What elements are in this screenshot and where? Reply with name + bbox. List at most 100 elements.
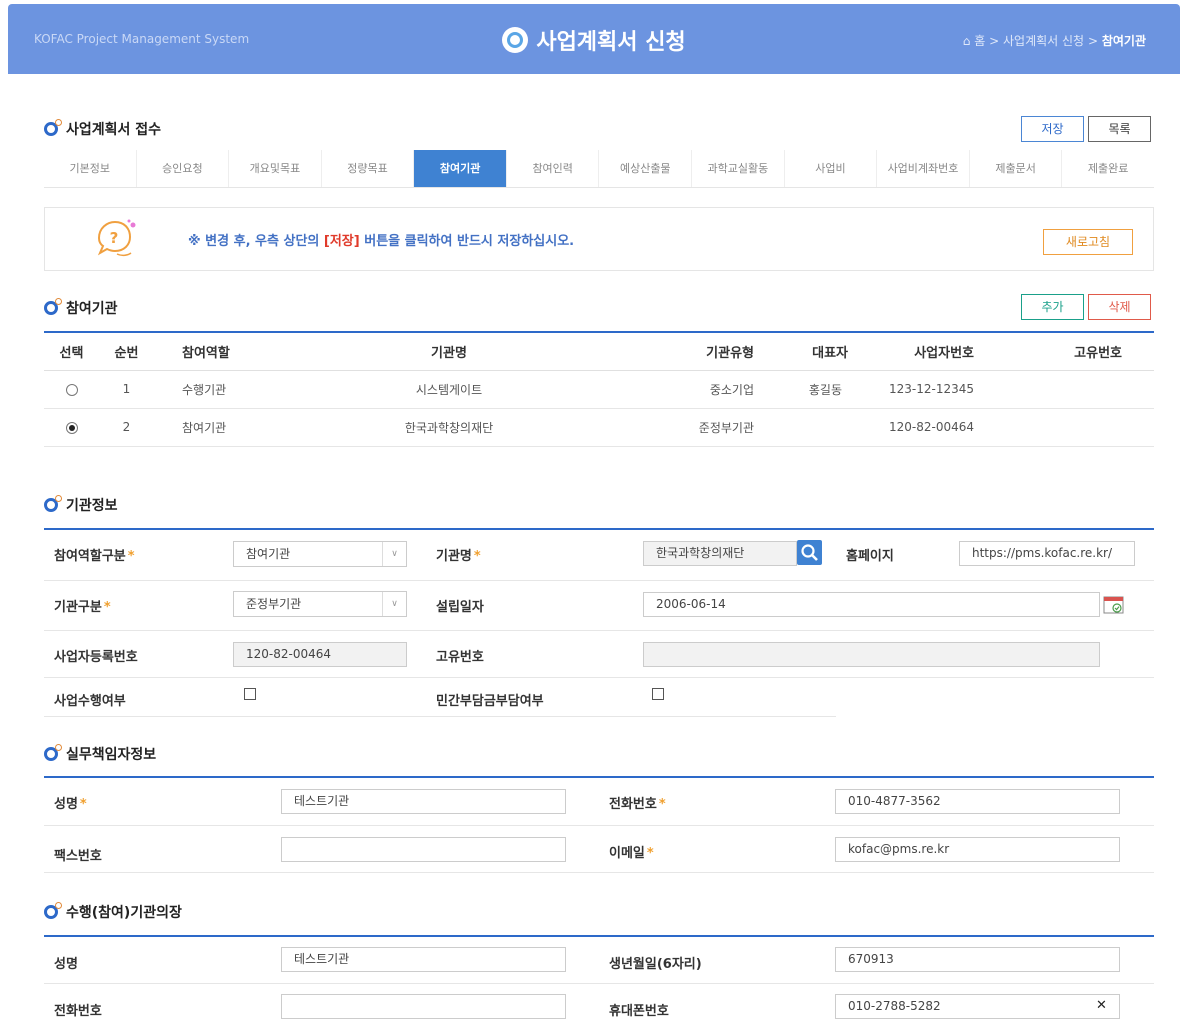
section-title-manager: 실무책임자정보 bbox=[44, 744, 156, 764]
email-label: 이메일 * bbox=[609, 842, 654, 861]
breadcrumb: ⌂ 홈 > 사업계획서 신청 > 참여기관 bbox=[963, 32, 1146, 49]
manager-phone-label-text: 전화번호 bbox=[609, 797, 657, 812]
role-label: 참여역할구분 * bbox=[54, 545, 135, 564]
refresh-button[interactable]: 새로고침 bbox=[1043, 229, 1133, 255]
column-header: 선택 bbox=[44, 334, 99, 371]
email-field[interactable]: kofac@pms.re.kr bbox=[835, 837, 1120, 862]
org-type-label: 기관구분 * bbox=[54, 596, 111, 615]
table-header-row: 선택 순번 참여역할 기관명 기관유형 대표자 사업자번호 고유번호 bbox=[44, 334, 1154, 371]
org-type-select-value: 준정부기관 bbox=[246, 597, 302, 611]
section-bullet-icon bbox=[44, 744, 62, 761]
section-title-participants: 참여기관 bbox=[44, 298, 118, 318]
divider bbox=[44, 630, 1154, 631]
breadcrumb-home[interactable]: 홈 bbox=[974, 34, 985, 48]
row-role: 참여기관 bbox=[154, 408, 274, 447]
column-header: 순번 bbox=[99, 334, 154, 371]
section-title-text: 참여기관 bbox=[66, 301, 118, 317]
head-name-label: 성명 bbox=[54, 957, 78, 972]
tab-budget[interactable]: 사업비 bbox=[785, 150, 878, 187]
required-mark: * bbox=[658, 797, 666, 812]
divider bbox=[44, 825, 1154, 826]
tab-participating-orgs[interactable]: 참여기관 bbox=[414, 150, 507, 187]
breadcrumb-current: 참여기관 bbox=[1101, 34, 1146, 48]
tab-approval-request[interactable]: 승인요청 bbox=[137, 150, 230, 187]
head-phone-field[interactable] bbox=[281, 994, 566, 1019]
row-select-radio[interactable] bbox=[65, 421, 78, 434]
delete-button[interactable]: 삭제 bbox=[1088, 294, 1151, 320]
participants-table: 선택 순번 참여역할 기관명 기관유형 대표자 사업자번호 고유번호 1 수행기… bbox=[44, 334, 1154, 447]
head-name-field[interactable]: 테스트기관 bbox=[281, 947, 566, 972]
table-row[interactable]: 2 참여기관 한국과학창의재단 준정부기관 120-82-00464 bbox=[44, 408, 1154, 447]
required-mark: * bbox=[473, 549, 481, 564]
divider bbox=[44, 580, 1154, 581]
fax-label: 팩스번호 bbox=[54, 849, 102, 864]
manager-name-label-text: 성명 bbox=[54, 797, 78, 812]
birth-field[interactable]: 670913 bbox=[835, 947, 1120, 972]
fax-field[interactable] bbox=[281, 837, 566, 862]
manager-phone-field[interactable]: 010-4877-3562 bbox=[835, 789, 1120, 814]
list-button[interactable]: 목록 bbox=[1088, 116, 1151, 142]
svg-text:?: ? bbox=[110, 229, 119, 247]
bizno-label: 사업자등록번호 bbox=[54, 650, 138, 665]
save-button[interactable]: 저장 bbox=[1021, 116, 1084, 142]
tab-submit-docs[interactable]: 제출문서 bbox=[970, 150, 1063, 187]
org-name-field[interactable]: 한국과학창의재단 bbox=[643, 541, 797, 566]
homepage-label: 홈페이지 bbox=[846, 549, 894, 564]
column-header: 대표자 bbox=[754, 334, 864, 371]
uid-field[interactable] bbox=[643, 642, 1100, 667]
clear-icon[interactable]: ✕ bbox=[1096, 998, 1107, 1013]
role-select-value: 참여기관 bbox=[246, 547, 291, 561]
column-header: 기관명 bbox=[274, 334, 624, 371]
row-bizno: 120-82-00464 bbox=[864, 408, 974, 447]
uid-label: 고유번호 bbox=[436, 650, 484, 665]
divider bbox=[44, 677, 1154, 678]
manager-phone-label: 전화번호 * bbox=[609, 793, 666, 812]
section-bullet-icon bbox=[44, 495, 62, 512]
perform-checkbox[interactable] bbox=[244, 688, 256, 700]
section-title-text: 실무책임자정보 bbox=[66, 747, 157, 763]
tab-basic-info[interactable]: 기본정보 bbox=[44, 150, 137, 187]
role-select[interactable]: 참여기관 ∨ bbox=[233, 541, 407, 567]
homepage-field[interactable]: https://pms.kofac.re.kr/ bbox=[959, 541, 1135, 566]
table-row[interactable]: 1 수행기관 시스템게이트 중소기업 홍길동 123-12-12345 bbox=[44, 370, 1154, 409]
section-bullet-icon bbox=[44, 902, 62, 919]
mobile-field[interactable]: 010-2788-5282 bbox=[835, 994, 1120, 1019]
private-burden-checkbox[interactable] bbox=[652, 688, 664, 700]
breadcrumb-level1[interactable]: 사업계획서 신청 bbox=[1003, 34, 1084, 48]
row-org-name: 시스템게이트 bbox=[274, 370, 624, 409]
notice-suffix: 버튼을 클릭하여 반드시 저장하십시오. bbox=[359, 234, 575, 249]
founded-date-field[interactable]: 2006-06-14 bbox=[643, 592, 1100, 617]
divider bbox=[44, 716, 836, 717]
manager-name-field[interactable]: 테스트기관 bbox=[281, 789, 566, 814]
notice-box: ? ※ 변경 후, 우측 상단의 [저장] 버튼을 클릭하여 반드시 저장하십시… bbox=[44, 207, 1154, 271]
row-select-radio[interactable] bbox=[65, 383, 78, 396]
row-ceo: 홍길동 bbox=[754, 370, 864, 409]
birth-label: 생년월일(6자리) bbox=[609, 957, 702, 972]
notice-prefix: ※ 변경 후, 우측 상단의 bbox=[188, 234, 324, 249]
divider bbox=[44, 528, 1154, 530]
divider bbox=[44, 331, 1154, 333]
column-header: 참여역할 bbox=[154, 334, 274, 371]
row-role: 수행기관 bbox=[154, 370, 274, 409]
row-uid bbox=[974, 370, 1154, 409]
row-org-type: 중소기업 bbox=[624, 370, 754, 409]
tab-science-class[interactable]: 과학교실활동 bbox=[692, 150, 785, 187]
required-mark: * bbox=[103, 600, 111, 615]
tab-submit-complete[interactable]: 제출완료 bbox=[1062, 150, 1154, 187]
row-bizno: 123-12-12345 bbox=[864, 370, 974, 409]
perform-label: 사업수행여부 bbox=[54, 694, 126, 709]
tab-budget-account[interactable]: 사업비계좌번호 bbox=[877, 150, 970, 187]
search-icon[interactable] bbox=[797, 540, 822, 565]
tab-participants[interactable]: 참여인력 bbox=[507, 150, 600, 187]
calendar-icon[interactable] bbox=[1102, 594, 1125, 615]
tab-expected-outputs[interactable]: 예상산출물 bbox=[599, 150, 693, 187]
breadcrumb-separator: > bbox=[989, 34, 1000, 48]
home-icon[interactable]: ⌂ bbox=[963, 34, 971, 48]
tab-quantitative-goals[interactable]: 정량목표 bbox=[322, 150, 415, 187]
bizno-field[interactable]: 120-82-00464 bbox=[233, 642, 407, 667]
tab-overview-goals[interactable]: 개요및목표 bbox=[229, 150, 322, 187]
column-header: 기관유형 bbox=[624, 334, 754, 371]
column-header: 고유번호 bbox=[974, 334, 1154, 371]
org-type-select[interactable]: 준정부기관 ∨ bbox=[233, 591, 407, 617]
add-button[interactable]: 추가 bbox=[1021, 294, 1084, 320]
